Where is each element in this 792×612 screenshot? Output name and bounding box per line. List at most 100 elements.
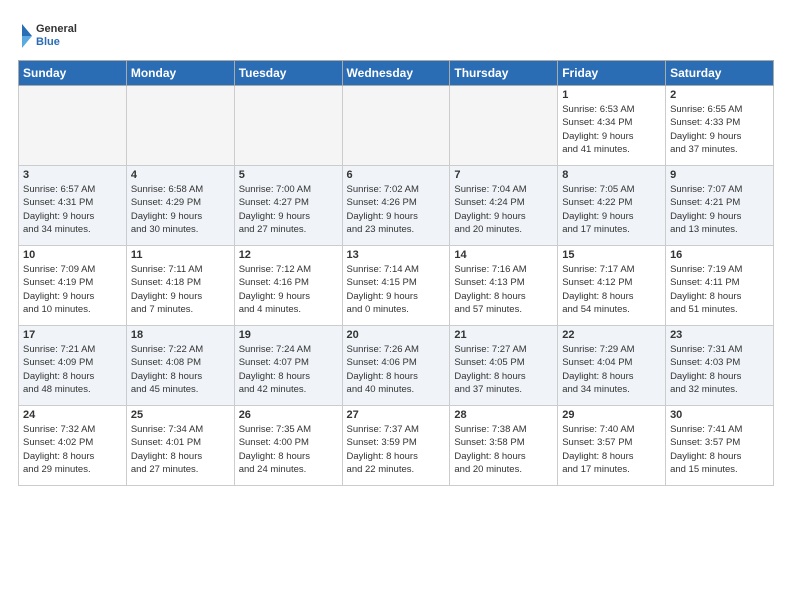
weekday-tuesday: Tuesday bbox=[234, 61, 342, 86]
calendar-cell: 1 Sunrise: 6:53 AM Sunset: 4:34 PM Daylig… bbox=[558, 86, 666, 166]
day-number: 14 bbox=[454, 249, 553, 261]
day-number: 23 bbox=[670, 329, 769, 341]
logo-svg: General Blue bbox=[18, 18, 78, 54]
day-info: Sunrise: 7:12 AM Sunset: 4:16 PM Dayligh… bbox=[239, 263, 338, 316]
calendar-cell: 14 Sunrise: 7:16 AM Sunset: 4:13 PM Dayli… bbox=[450, 246, 558, 326]
day-info: Sunrise: 7:29 AM Sunset: 4:04 PM Dayligh… bbox=[562, 343, 661, 396]
day-number: 4 bbox=[131, 169, 230, 181]
day-number: 1 bbox=[562, 89, 661, 101]
day-info: Sunrise: 7:05 AM Sunset: 4:22 PM Dayligh… bbox=[562, 183, 661, 236]
day-number: 5 bbox=[239, 169, 338, 181]
weekday-friday: Friday bbox=[558, 61, 666, 86]
day-info: Sunrise: 7:17 AM Sunset: 4:12 PM Dayligh… bbox=[562, 263, 661, 316]
day-info: Sunrise: 7:22 AM Sunset: 4:08 PM Dayligh… bbox=[131, 343, 230, 396]
day-number: 19 bbox=[239, 329, 338, 341]
calendar-cell: 25 Sunrise: 7:34 AM Sunset: 4:01 PM Dayli… bbox=[126, 406, 234, 486]
day-info: Sunrise: 7:07 AM Sunset: 4:21 PM Dayligh… bbox=[670, 183, 769, 236]
day-info: Sunrise: 7:24 AM Sunset: 4:07 PM Dayligh… bbox=[239, 343, 338, 396]
calendar-cell: 29 Sunrise: 7:40 AM Sunset: 3:57 PM Dayli… bbox=[558, 406, 666, 486]
day-number: 13 bbox=[347, 249, 446, 261]
calendar-cell: 16 Sunrise: 7:19 AM Sunset: 4:11 PM Dayli… bbox=[666, 246, 774, 326]
day-number: 12 bbox=[239, 249, 338, 261]
day-info: Sunrise: 7:11 AM Sunset: 4:18 PM Dayligh… bbox=[131, 263, 230, 316]
day-number: 28 bbox=[454, 409, 553, 421]
day-info: Sunrise: 7:19 AM Sunset: 4:11 PM Dayligh… bbox=[670, 263, 769, 316]
week-row-1: 1 Sunrise: 6:53 AM Sunset: 4:34 PM Daylig… bbox=[19, 86, 774, 166]
day-info: Sunrise: 7:16 AM Sunset: 4:13 PM Dayligh… bbox=[454, 263, 553, 316]
week-row-4: 17 Sunrise: 7:21 AM Sunset: 4:09 PM Dayli… bbox=[19, 326, 774, 406]
day-number: 7 bbox=[454, 169, 553, 181]
calendar-cell: 12 Sunrise: 7:12 AM Sunset: 4:16 PM Dayli… bbox=[234, 246, 342, 326]
svg-text:Blue: Blue bbox=[36, 36, 60, 48]
day-number: 27 bbox=[347, 409, 446, 421]
day-info: Sunrise: 7:04 AM Sunset: 4:24 PM Dayligh… bbox=[454, 183, 553, 236]
weekday-thursday: Thursday bbox=[450, 61, 558, 86]
day-number: 22 bbox=[562, 329, 661, 341]
calendar-cell: 15 Sunrise: 7:17 AM Sunset: 4:12 PM Dayli… bbox=[558, 246, 666, 326]
day-info: Sunrise: 7:35 AM Sunset: 4:00 PM Dayligh… bbox=[239, 423, 338, 476]
calendar-cell: 4 Sunrise: 6:58 AM Sunset: 4:29 PM Daylig… bbox=[126, 166, 234, 246]
calendar-cell: 10 Sunrise: 7:09 AM Sunset: 4:19 PM Dayli… bbox=[19, 246, 127, 326]
day-info: Sunrise: 6:57 AM Sunset: 4:31 PM Dayligh… bbox=[23, 183, 122, 236]
calendar-cell: 6 Sunrise: 7:02 AM Sunset: 4:26 PM Daylig… bbox=[342, 166, 450, 246]
day-number: 16 bbox=[670, 249, 769, 261]
calendar-cell bbox=[19, 86, 127, 166]
calendar-cell: 23 Sunrise: 7:31 AM Sunset: 4:03 PM Dayli… bbox=[666, 326, 774, 406]
calendar-cell: 30 Sunrise: 7:41 AM Sunset: 3:57 PM Dayli… bbox=[666, 406, 774, 486]
day-number: 24 bbox=[23, 409, 122, 421]
day-info: Sunrise: 7:26 AM Sunset: 4:06 PM Dayligh… bbox=[347, 343, 446, 396]
day-info: Sunrise: 7:41 AM Sunset: 3:57 PM Dayligh… bbox=[670, 423, 769, 476]
logo: General Blue bbox=[18, 18, 78, 54]
calendar-cell: 8 Sunrise: 7:05 AM Sunset: 4:22 PM Daylig… bbox=[558, 166, 666, 246]
day-number: 17 bbox=[23, 329, 122, 341]
day-info: Sunrise: 6:53 AM Sunset: 4:34 PM Dayligh… bbox=[562, 103, 661, 156]
day-number: 6 bbox=[347, 169, 446, 181]
week-row-3: 10 Sunrise: 7:09 AM Sunset: 4:19 PM Dayli… bbox=[19, 246, 774, 326]
day-info: Sunrise: 7:27 AM Sunset: 4:05 PM Dayligh… bbox=[454, 343, 553, 396]
day-number: 3 bbox=[23, 169, 122, 181]
day-info: Sunrise: 6:58 AM Sunset: 4:29 PM Dayligh… bbox=[131, 183, 230, 236]
day-info: Sunrise: 7:02 AM Sunset: 4:26 PM Dayligh… bbox=[347, 183, 446, 236]
day-number: 21 bbox=[454, 329, 553, 341]
day-number: 25 bbox=[131, 409, 230, 421]
calendar-cell: 13 Sunrise: 7:14 AM Sunset: 4:15 PM Dayli… bbox=[342, 246, 450, 326]
calendar-cell: 9 Sunrise: 7:07 AM Sunset: 4:21 PM Daylig… bbox=[666, 166, 774, 246]
weekday-saturday: Saturday bbox=[666, 61, 774, 86]
day-info: Sunrise: 7:21 AM Sunset: 4:09 PM Dayligh… bbox=[23, 343, 122, 396]
day-info: Sunrise: 7:34 AM Sunset: 4:01 PM Dayligh… bbox=[131, 423, 230, 476]
day-info: Sunrise: 7:31 AM Sunset: 4:03 PM Dayligh… bbox=[670, 343, 769, 396]
calendar-cell bbox=[234, 86, 342, 166]
calendar-cell: 5 Sunrise: 7:00 AM Sunset: 4:27 PM Daylig… bbox=[234, 166, 342, 246]
calendar-cell: 17 Sunrise: 7:21 AM Sunset: 4:09 PM Dayli… bbox=[19, 326, 127, 406]
day-info: Sunrise: 7:00 AM Sunset: 4:27 PM Dayligh… bbox=[239, 183, 338, 236]
day-number: 2 bbox=[670, 89, 769, 101]
day-number: 8 bbox=[562, 169, 661, 181]
week-row-5: 24 Sunrise: 7:32 AM Sunset: 4:02 PM Dayli… bbox=[19, 406, 774, 486]
day-info: Sunrise: 7:14 AM Sunset: 4:15 PM Dayligh… bbox=[347, 263, 446, 316]
weekday-wednesday: Wednesday bbox=[342, 61, 450, 86]
day-number: 18 bbox=[131, 329, 230, 341]
day-info: Sunrise: 7:32 AM Sunset: 4:02 PM Dayligh… bbox=[23, 423, 122, 476]
calendar-cell: 7 Sunrise: 7:04 AM Sunset: 4:24 PM Daylig… bbox=[450, 166, 558, 246]
calendar-cell bbox=[126, 86, 234, 166]
day-number: 11 bbox=[131, 249, 230, 261]
calendar-cell: 28Sunrise: 7:38 AM Sunset: 3:58 PM Dayli… bbox=[450, 406, 558, 486]
calendar-table: SundayMondayTuesdayWednesdayThursdayFrid… bbox=[18, 60, 774, 486]
day-info: Sunrise: 6:55 AM Sunset: 4:33 PM Dayligh… bbox=[670, 103, 769, 156]
calendar-cell: 18 Sunrise: 7:22 AM Sunset: 4:08 PM Dayli… bbox=[126, 326, 234, 406]
day-info: Sunrise: 7:09 AM Sunset: 4:19 PM Dayligh… bbox=[23, 263, 122, 316]
day-number: 10 bbox=[23, 249, 122, 261]
calendar-cell: 27 Sunrise: 7:37 AM Sunset: 3:59 PM Dayli… bbox=[342, 406, 450, 486]
day-number: 29 bbox=[562, 409, 661, 421]
day-number: 20 bbox=[347, 329, 446, 341]
calendar-cell: 20 Sunrise: 7:26 AM Sunset: 4:06 PM Dayli… bbox=[342, 326, 450, 406]
day-info: Sunrise: 7:37 AM Sunset: 3:59 PM Dayligh… bbox=[347, 423, 446, 476]
calendar-cell: 22 Sunrise: 7:29 AM Sunset: 4:04 PM Dayli… bbox=[558, 326, 666, 406]
calendar-cell: 3 Sunrise: 6:57 AM Sunset: 4:31 PM Daylig… bbox=[19, 166, 127, 246]
weekday-sunday: Sunday bbox=[19, 61, 127, 86]
day-number: 30 bbox=[670, 409, 769, 421]
day-number: 15 bbox=[562, 249, 661, 261]
day-info: Sunrise: 7:40 AM Sunset: 3:57 PM Dayligh… bbox=[562, 423, 661, 476]
day-number: 9 bbox=[670, 169, 769, 181]
calendar-cell: 19 Sunrise: 7:24 AM Sunset: 4:07 PM Dayli… bbox=[234, 326, 342, 406]
